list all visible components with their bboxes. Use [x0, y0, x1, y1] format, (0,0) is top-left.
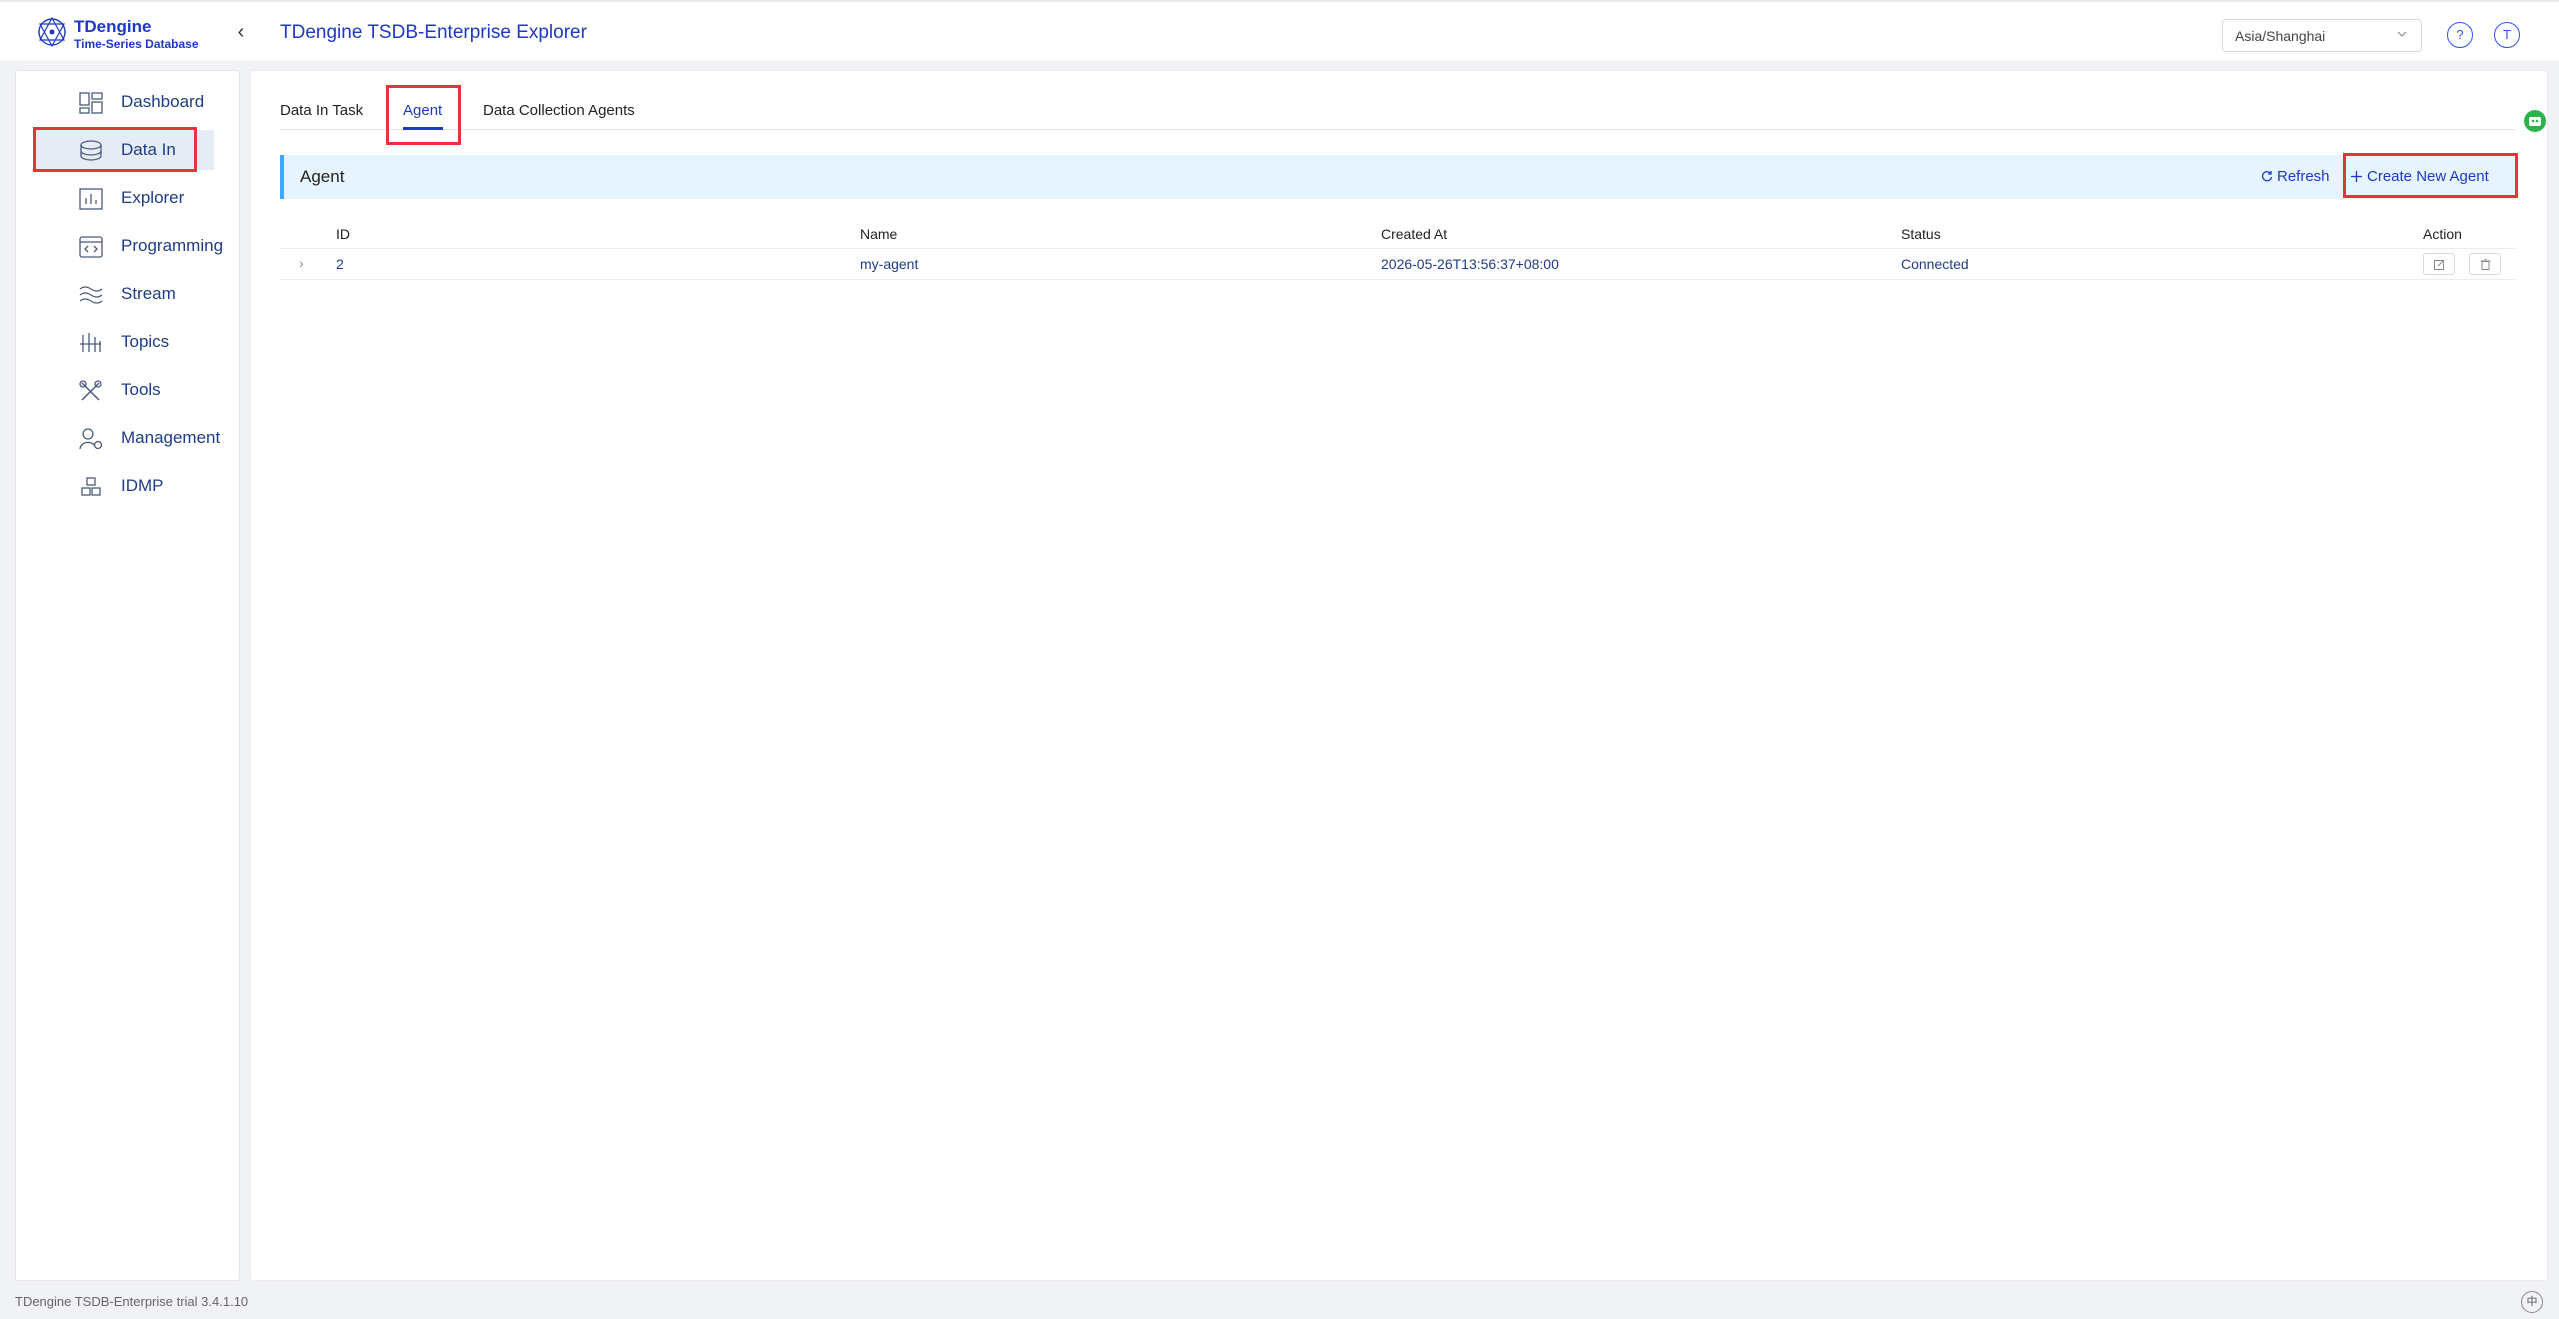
sidebar-item-idmp[interactable]: IDMP — [34, 466, 214, 506]
column-header-name: Name — [860, 226, 898, 242]
brand-subtitle: Time-Series Database — [74, 37, 199, 51]
sidebar: Dashboard Data In Explorer Programming S… — [15, 70, 240, 1281]
cell-name: my-agent — [860, 256, 919, 272]
create-new-agent-button[interactable]: Create New Agent — [2351, 168, 2489, 185]
top-header: TDengine Time-Series Database ‹ TDengine… — [0, 0, 2559, 62]
table-header-divider — [280, 248, 2516, 249]
section-header — [280, 155, 2516, 199]
sidebar-item-label: Stream — [121, 284, 176, 303]
sidebar-item-topics[interactable]: Topics — [34, 322, 214, 362]
sidebar-item-programming[interactable]: Programming — [34, 226, 223, 266]
timezone-value: Asia/Shanghai — [2235, 28, 2326, 44]
tools-icon — [79, 380, 102, 401]
dashboard-icon — [79, 92, 103, 114]
brand-name: TDengine — [74, 17, 152, 36]
stream-icon — [79, 286, 103, 304]
collapse-sidebar-chevron-left-icon[interactable]: ‹ — [232, 20, 250, 44]
sidebar-item-label: Topics — [121, 332, 170, 351]
delete-button[interactable] — [2469, 253, 2501, 275]
tab-data-in-task[interactable]: Data In Task — [280, 102, 363, 119]
tab-data-collection-agents[interactable]: Data Collection Agents — [483, 102, 635, 119]
refresh-label: Refresh — [2277, 168, 2330, 185]
assistant-robot-icon[interactable] — [2524, 110, 2546, 132]
sidebar-item-management[interactable]: Management — [34, 418, 220, 458]
active-tab-indicator — [403, 127, 443, 130]
sidebar-item-dashboard[interactable]: Dashboard — [34, 82, 214, 122]
code-icon — [79, 236, 103, 258]
brand-logo[interactable]: TDengine Time-Series Database — [36, 14, 206, 54]
column-header-id: ID — [336, 226, 350, 242]
create-label: Create New Agent — [2367, 168, 2489, 185]
sidebar-item-explorer[interactable]: Explorer — [34, 178, 214, 218]
edit-button[interactable] — [2423, 253, 2455, 275]
edit-icon — [2434, 259, 2445, 270]
sidebar-item-label: Tools — [121, 380, 161, 399]
table-row-divider — [280, 279, 2516, 280]
refresh-icon — [2261, 171, 2273, 182]
tab-agent[interactable]: Agent — [403, 102, 442, 119]
column-header-created-at: Created At — [1381, 226, 1448, 242]
sidebar-item-label: Management — [121, 428, 221, 447]
trash-icon — [2480, 259, 2491, 270]
sidebar-item-data-in[interactable]: Data In — [34, 130, 214, 170]
section-title: Agent — [300, 167, 345, 186]
user-avatar[interactable]: T — [2494, 22, 2520, 48]
plus-icon — [2351, 171, 2362, 182]
chevron-down-icon — [2397, 31, 2407, 37]
column-header-action: Action — [2423, 226, 2462, 242]
sidebar-item-stream[interactable]: Stream — [34, 274, 214, 314]
chart-icon — [79, 188, 103, 210]
topics-icon — [80, 333, 101, 352]
cell-status: Connected — [1901, 256, 1969, 272]
column-header-status: Status — [1901, 226, 1941, 242]
cubes-icon — [81, 477, 101, 496]
help-button[interactable]: ? — [2447, 22, 2473, 48]
tdengine-logo-icon — [38, 16, 66, 48]
refresh-button[interactable]: Refresh — [2261, 168, 2330, 185]
timezone-select[interactable]: Asia/Shanghai — [2222, 19, 2422, 52]
sidebar-item-label: Data In — [121, 140, 176, 159]
app-title: TDengine TSDB-Enterprise Explorer — [280, 22, 587, 43]
sidebar-item-tools[interactable]: Tools — [34, 370, 214, 410]
sidebar-item-label: Programming — [121, 236, 224, 255]
sidebar-item-label: IDMP — [121, 476, 164, 495]
sidebar-item-label: Dashboard — [121, 92, 205, 111]
main-content — [250, 70, 2548, 1281]
tabs-divider — [280, 129, 2516, 130]
user-gear-icon — [79, 428, 103, 450]
expand-row-chevron-right-icon[interactable]: › — [299, 255, 304, 271]
version-text: TDengine TSDB-Enterprise trial 3.4.1.10 — [15, 1294, 249, 1309]
sidebar-item-label: Explorer — [121, 188, 185, 207]
language-switch-button[interactable]: 中 — [2521, 1291, 2543, 1313]
cell-created-at: 2026-05-26T13:56:37+08:00 — [1381, 256, 1559, 272]
database-icon — [80, 140, 102, 161]
cell-id: 2 — [336, 256, 344, 272]
